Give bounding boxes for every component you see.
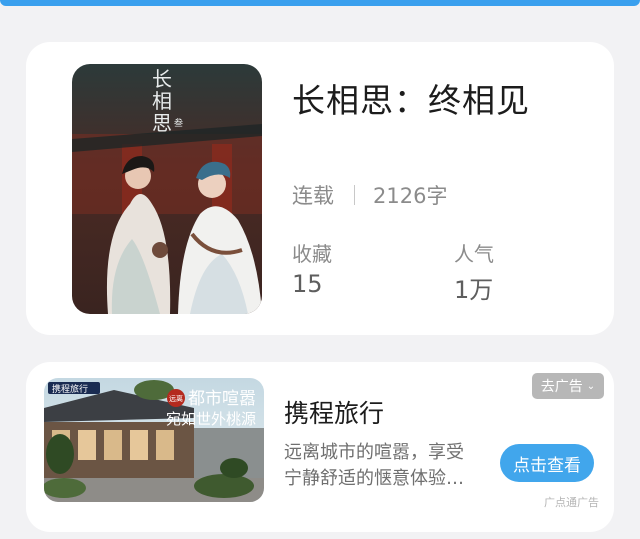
favorites-count: 15 xyxy=(292,270,323,298)
ad-title: 携程旅行 xyxy=(284,399,385,428)
remove-ad-label: 去广告 xyxy=(540,379,583,395)
ad-image-stamp: 远离 xyxy=(169,394,183,403)
cover-badge-text: 叁 xyxy=(174,117,183,129)
ad-card[interactable]: 携程旅行 远离 都市喧嚣 宛如世外桃源 携程旅行 远离城市的喧嚣，享受宁静舒适的… xyxy=(26,362,614,532)
book-status-row: 连载 2126字 xyxy=(292,180,447,210)
ad-image-headline-line2: 宛如世外桃源 xyxy=(166,410,256,428)
ad-image[interactable]: 携程旅行 远离 都市喧嚣 宛如世外桃源 xyxy=(44,378,264,502)
view-ad-button[interactable]: 点击查看 xyxy=(500,444,594,482)
ad-description: 远离城市的喧嚣，享受宁静舒适的惬意体验… xyxy=(284,442,464,489)
book-title: 长相思：终相见 xyxy=(292,81,530,120)
favorites-label: 收藏 xyxy=(292,242,332,266)
cover-title-char-2: 相 xyxy=(152,89,172,113)
ad-source-label: 广点通广告 xyxy=(544,496,599,509)
status-divider xyxy=(354,185,355,205)
ad-image-headline-line1: 都市喧嚣 xyxy=(188,389,256,409)
book-cover-image[interactable]: 长 相 思 叁 xyxy=(72,64,262,314)
ad-image-brand: 携程旅行 xyxy=(52,383,88,395)
serialization-status: 连载 xyxy=(292,184,334,208)
popularity-label: 人气 xyxy=(454,242,494,266)
chevron-down-icon: ⌄ xyxy=(586,380,596,392)
remove-ad-button[interactable]: 去广告 ⌄ xyxy=(532,373,604,399)
top-accent-strip xyxy=(0,0,640,6)
word-count: 2126字 xyxy=(373,184,448,208)
cover-title-char-1: 长 xyxy=(152,67,172,91)
book-info-card[interactable]: 长 相 思 叁 长相思：终相见 连载 2126字 收藏 15 人气 1万 xyxy=(26,42,614,335)
popularity-count: 1万 xyxy=(454,276,494,304)
cover-title-char-3: 思 xyxy=(152,111,172,135)
